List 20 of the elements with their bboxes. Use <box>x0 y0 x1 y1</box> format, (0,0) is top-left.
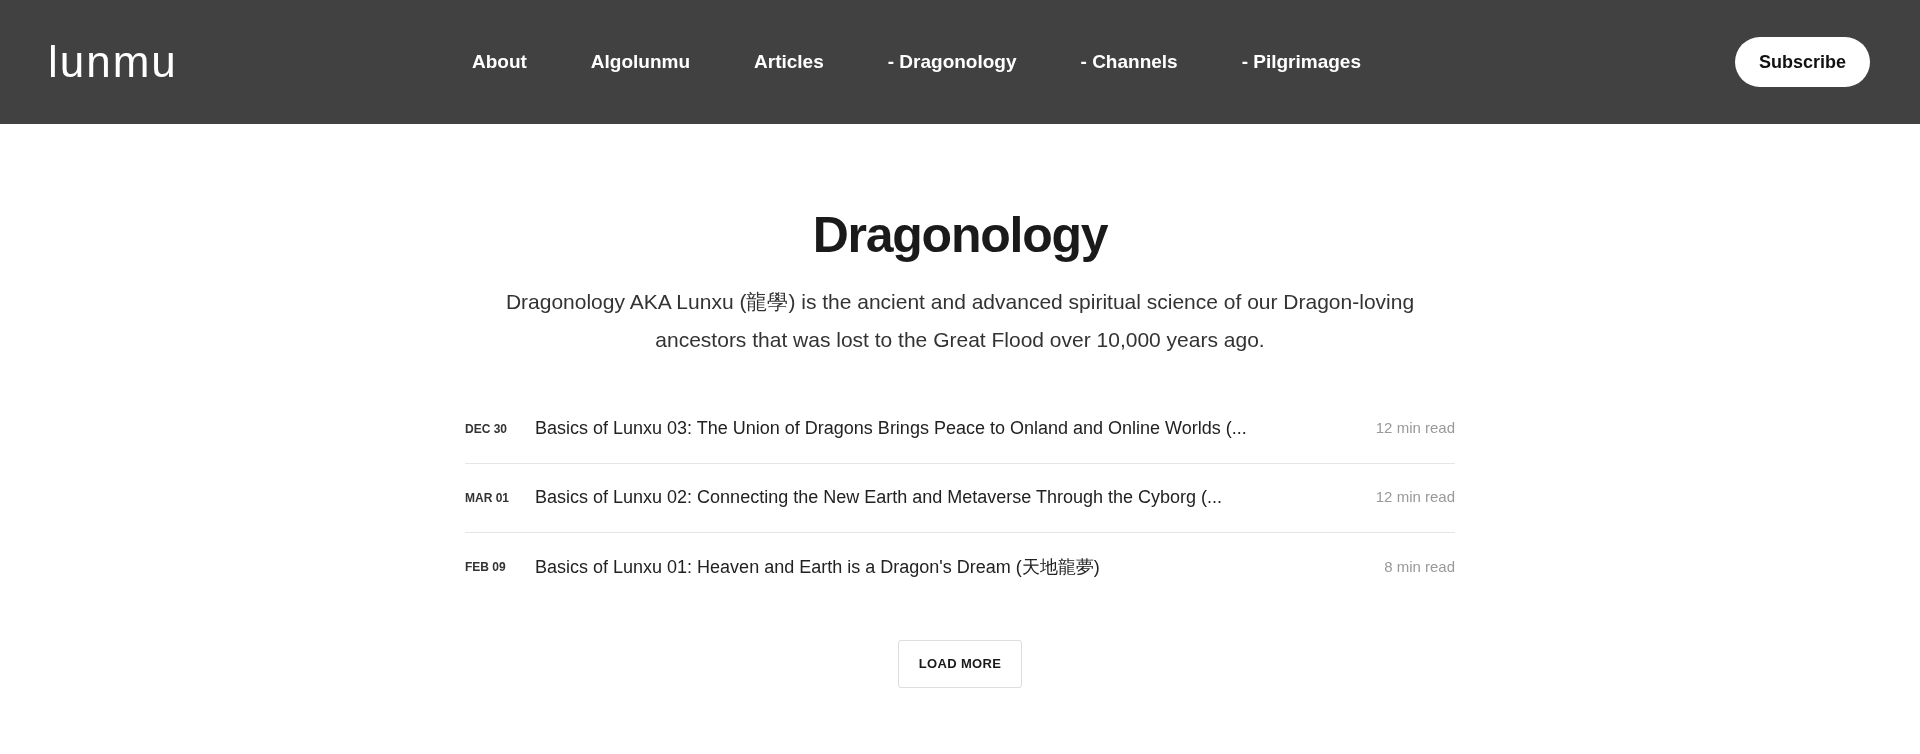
read-time: 8 min read <box>1384 556 1455 577</box>
nav-link[interactable]: Algolunmu <box>590 47 691 77</box>
subscribe-button[interactable]: Subscribe <box>1734 37 1870 87</box>
post-date: MAR 01 <box>465 489 510 507</box>
post-title-link[interactable]: Basics of Lunxu 02: Connecting the New Earth and Metaverse Through the Cyborg (... <box>535 484 1360 511</box>
post-date: DEC 30 <box>465 420 509 438</box>
page-title: Dragonology <box>812 206 1108 265</box>
page-description: Dragonology AKA Lunxu (龍學) is the ancient and advanced spiritual science of our Dragon-loving ancestors that was lost to the Great Flood over 10,000 years ago. <box>504 288 1416 353</box>
nav-link[interactable]: About <box>471 47 527 77</box>
nav-link[interactable]: - Pilgrimages <box>1241 47 1361 77</box>
post-title-link[interactable]: Basics of Lunxu 01: Heaven and Earth is a Dragon's Dream (天地龍夢) <box>535 553 1369 581</box>
site-logo[interactable]: lunmu <box>48 40 348 84</box>
nav-link[interactable]: Articles <box>754 47 824 77</box>
nav-link[interactable]: - Channels <box>1080 47 1178 77</box>
read-time: 12 min read <box>1375 418 1455 439</box>
nav-link[interactable]: - Dragonology <box>887 47 1017 77</box>
post-date: FEB 09 <box>465 559 507 576</box>
post-title-link[interactable]: Basics of Lunxu 03: The Union of Dragons Brings Peace to Onland and Online Worlds (... <box>535 415 1360 442</box>
read-time: 12 min read <box>1375 487 1455 508</box>
load-more-button[interactable]: LOAD MORE <box>897 639 1023 688</box>
